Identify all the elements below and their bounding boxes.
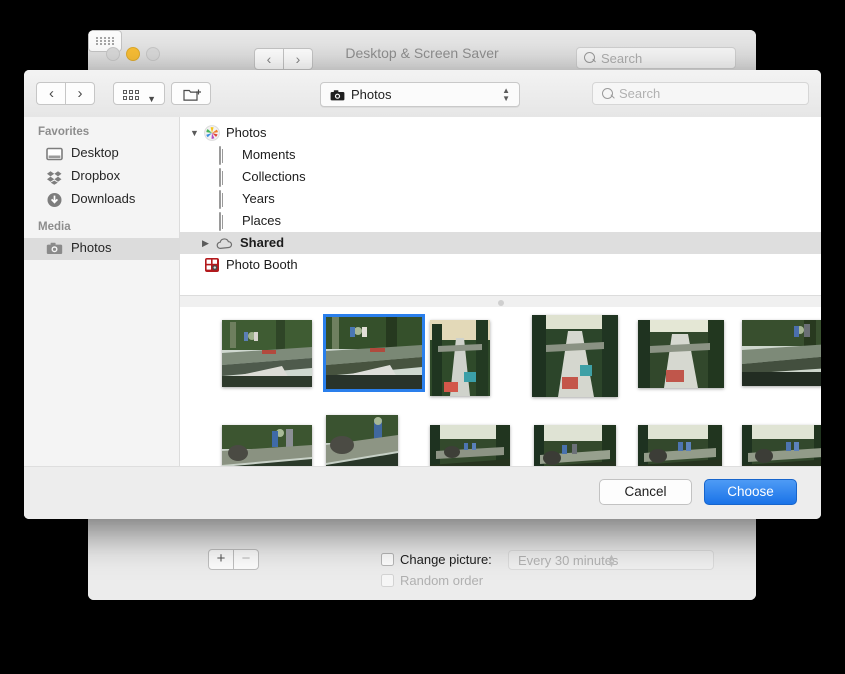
list-item-collections[interactable]: Collections (180, 166, 821, 188)
change-picture-label: Change picture: (400, 552, 492, 567)
thumbnail-item-11[interactable] (638, 425, 722, 467)
list-item-label: Shared (240, 235, 285, 250)
dialog-search-field[interactable]: Search (592, 82, 809, 105)
thumbnail-item-9[interactable] (430, 425, 510, 467)
sidebar-item-downloads[interactable]: Downloads (24, 189, 179, 211)
photo-booth-icon (204, 257, 220, 278)
photo-bridge-1 (222, 320, 312, 387)
prefs-search-field[interactable]: Search (576, 47, 736, 69)
list-item-label: Places (242, 213, 282, 228)
thumbnail-item-5[interactable] (638, 320, 724, 388)
list-item-photo-booth[interactable]: Photo Booth (180, 254, 821, 276)
search-icon (602, 88, 613, 99)
view-mode-button[interactable]: ▼ (113, 82, 165, 105)
new-folder-button[interactable] (171, 82, 211, 105)
choose-button[interactable]: Choose (704, 479, 797, 505)
list-item-label: Years (242, 191, 275, 206)
search-icon (584, 52, 595, 63)
list-item-label: Collections (242, 169, 306, 184)
photos-app-icon (204, 125, 220, 146)
photo-bridge-2 (326, 317, 422, 389)
photo-log-6 (742, 425, 821, 467)
dialog-search-placeholder: Search (619, 86, 661, 101)
random-order-label: Random order (400, 573, 484, 588)
sidebar-item-label: Downloads (71, 191, 136, 206)
downloads-icon (46, 192, 63, 208)
change-picture-checkbox[interactable] (381, 553, 394, 566)
dialog-back-button[interactable]: ‹ (36, 82, 66, 105)
photo-log-2 (326, 415, 398, 467)
list-item-shared[interactable]: ▶ Shared (180, 232, 821, 254)
dropbox-icon (46, 169, 63, 185)
list-item-label: Photos (226, 125, 267, 140)
list-item-years[interactable]: Years (180, 188, 821, 210)
dialog-forward-button[interactable]: › (65, 82, 95, 105)
remove-folder-button[interactable]: − (233, 549, 259, 570)
photo-bridge-5 (638, 320, 724, 388)
camera-icon (330, 89, 345, 107)
thumbnail-item-4[interactable] (532, 315, 618, 397)
list-item-label: Photo Booth (226, 257, 298, 272)
sidebar-item-label: Dropbox (71, 168, 121, 183)
sidebar-section-favorites: Favorites (38, 126, 90, 138)
file-browser-list: ▼ Photos Moments Collections Years Place… (180, 117, 821, 295)
camera-icon (46, 241, 63, 257)
chevron-updown-icon: ▲ ▼ (607, 552, 616, 569)
sidebar-item-photos[interactable]: Photos (24, 238, 179, 260)
grid-view-icon (122, 90, 140, 100)
photo-bridge-6 (742, 320, 821, 386)
disclosure-triangle-expanded[interactable]: ▼ (190, 122, 199, 144)
interval-popup-button[interactable]: Every 30 minutes ▲ ▼ (508, 550, 714, 570)
list-item-moments[interactable]: Moments (180, 144, 821, 166)
photo-bridge-4 (532, 315, 618, 397)
list-item-photos[interactable]: ▼ Photos (180, 122, 821, 144)
sidebar-item-label: Photos (71, 240, 112, 255)
thumbnail-item-3[interactable] (430, 320, 490, 396)
dialog-sidebar: Favorites Desktop Dropbox Downloads Medi… (24, 117, 180, 519)
sidebar-item-desktop[interactable]: Desktop (24, 143, 179, 165)
new-folder-icon (183, 89, 201, 101)
album-icon (219, 146, 221, 165)
thumbnail-item-8[interactable] (326, 415, 398, 467)
list-item-places[interactable]: Places (180, 210, 821, 232)
divider-grab-handle[interactable] (497, 300, 504, 306)
location-label: Photos (351, 87, 392, 102)
album-icon (219, 168, 221, 187)
sidebar-item-label: Desktop (71, 145, 119, 160)
add-folder-button[interactable]: + (208, 549, 234, 570)
thumbnail-item-12[interactable] (742, 425, 821, 467)
thumbnail-item-7[interactable] (222, 425, 312, 467)
chevron-updown-icon: ▲ ▼ (502, 86, 510, 103)
photo-log-3 (430, 425, 510, 467)
photo-log-5 (638, 425, 722, 467)
desktop-icon (46, 146, 63, 162)
thumbnail-item-6[interactable] (742, 320, 821, 386)
album-icon (219, 212, 221, 231)
chevron-down-icon: ▼ (147, 94, 156, 104)
dialog-button-bar: Cancel Choose (24, 466, 821, 519)
thumbnail-grid (180, 307, 821, 467)
disclosure-triangle-collapsed[interactable]: ▶ (202, 232, 209, 254)
photo-log-1 (222, 425, 312, 467)
album-icon (219, 190, 221, 209)
cancel-button[interactable]: Cancel (599, 479, 692, 505)
thumbnail-item-2[interactable] (326, 317, 422, 389)
photo-bridge-3 (430, 320, 490, 396)
cloud-icon (216, 237, 234, 255)
prefs-search-placeholder: Search (601, 51, 643, 66)
location-popup-button[interactable]: Photos ▲ ▼ (320, 82, 520, 107)
thumbnail-item-10[interactable] (534, 425, 616, 467)
sidebar-item-dropbox[interactable]: Dropbox (24, 166, 179, 188)
sidebar-section-media: Media (38, 221, 71, 233)
photo-log-4 (534, 425, 616, 467)
random-order-checkbox[interactable] (381, 574, 394, 587)
list-item-label: Moments (242, 147, 296, 162)
thumbnail-item-1[interactable] (222, 320, 312, 387)
open-file-dialog: ‹ › ▼ Search Favorites Desktop Dropbox D… (24, 70, 821, 519)
